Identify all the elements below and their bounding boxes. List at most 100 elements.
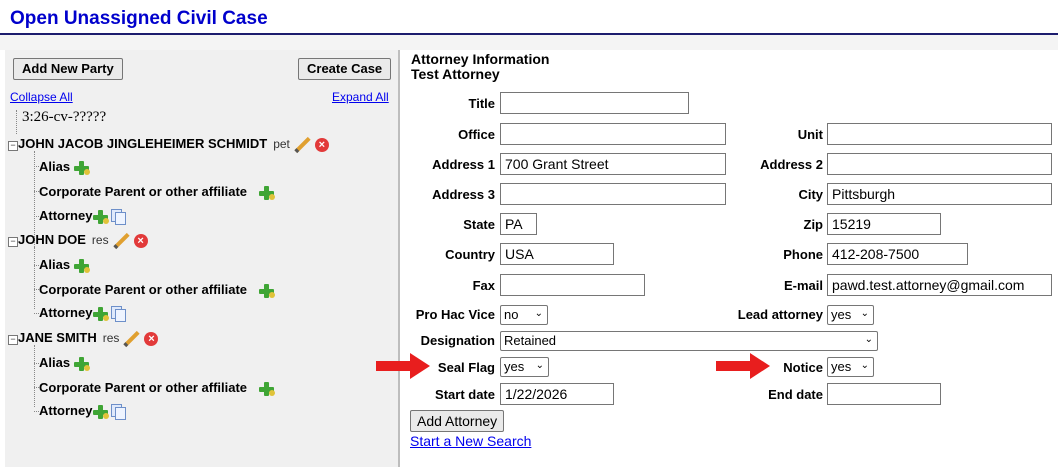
tree-line [34, 247, 35, 309]
collapse-toggle-icon[interactable]: − [8, 141, 18, 151]
office-input[interactable] [500, 123, 726, 145]
address3-input[interactable] [500, 183, 726, 205]
unit-label: Unit [797, 127, 823, 142]
page-title: Open Unassigned Civil Case [10, 8, 268, 29]
top-band [0, 35, 1058, 50]
start-date-input[interactable] [500, 383, 614, 405]
collapse-toggle-icon[interactable]: − [8, 237, 18, 247]
phone-input[interactable] [827, 243, 968, 265]
edit-pencil-icon[interactable] [112, 232, 130, 249]
address1-label: Address 1 [432, 157, 495, 172]
expand-all-link[interactable]: Expand All [332, 90, 389, 104]
chevron-down-icon: ⌄ [534, 308, 543, 319]
add-corporate-parent-icon[interactable] [259, 185, 276, 200]
start-new-search-link[interactable]: Start a New Search [410, 433, 531, 449]
chevron-down-icon: ⌄ [864, 334, 873, 345]
copy-icon[interactable] [111, 209, 127, 226]
corporate-parent-label: Corporate Parent or other affiliate [39, 184, 248, 199]
address2-input[interactable] [827, 153, 1052, 175]
pro-hac-vice-value: no [504, 307, 519, 322]
unit-input[interactable] [827, 123, 1052, 145]
chevron-down-icon: ⌄ [860, 360, 869, 371]
attorney-item[interactable]: Attorney [39, 208, 127, 226]
party-role: pet [273, 137, 290, 151]
email-label: E-mail [783, 278, 823, 293]
phone-label: Phone [783, 247, 823, 262]
case-number: 3:26-cv-????? [22, 109, 107, 125]
party-name-text: JOHN JACOB JINGLEHEIMER SCHMIDT [18, 136, 268, 151]
red-arrow-icon [716, 353, 772, 379]
pro-hac-vice-label: Pro Hac Vice [415, 307, 495, 322]
chevron-down-icon: ⌄ [860, 308, 869, 319]
attorney-label: Attorney [39, 208, 93, 223]
title-input[interactable] [500, 92, 689, 114]
corporate-parent-item[interactable]: Corporate Parent or other affiliate [39, 184, 276, 200]
party-tree-panel: Add New Party Create Case Collapse All E… [5, 50, 400, 467]
add-alias-icon[interactable] [74, 356, 91, 371]
edit-pencil-icon[interactable] [294, 136, 311, 153]
alias-item[interactable]: Alias [39, 159, 91, 175]
notice-value: yes [831, 359, 852, 374]
corporate-parent-item[interactable]: Corporate Parent or other affiliate [39, 282, 276, 298]
country-label: Country [445, 247, 495, 262]
add-alias-icon[interactable] [74, 258, 91, 273]
designation-value: Retained [504, 333, 557, 348]
designation-label: Designation [420, 333, 495, 348]
end-date-input[interactable] [827, 383, 941, 405]
city-input[interactable] [827, 183, 1052, 205]
country-input[interactable] [500, 243, 614, 265]
lead-attorney-select[interactable]: yes ⌄ [827, 305, 874, 325]
tree-line [16, 110, 17, 134]
address1-input[interactable] [500, 153, 726, 175]
state-input[interactable] [500, 213, 537, 235]
add-attorney-icon[interactable] [93, 306, 110, 321]
seal-flag-value: yes [504, 359, 525, 374]
copy-icon[interactable] [111, 306, 127, 323]
add-attorney-icon[interactable] [93, 209, 110, 224]
party-name[interactable]: JANE SMITH res × [18, 330, 159, 347]
city-label: City [798, 187, 823, 202]
corporate-parent-label: Corporate Parent or other affiliate [39, 380, 248, 395]
notice-label: Notice [783, 360, 823, 375]
zip-input[interactable] [827, 213, 941, 235]
lead-attorney-value: yes [831, 307, 852, 322]
attorney-item[interactable]: Attorney [39, 305, 127, 323]
address3-label: Address 3 [432, 187, 495, 202]
corporate-parent-item[interactable]: Corporate Parent or other affiliate [39, 380, 276, 396]
add-corporate-parent-icon[interactable] [259, 283, 276, 298]
attorney-name: Test Attorney [411, 66, 500, 82]
collapse-all-link[interactable]: Collapse All [10, 90, 73, 104]
add-alias-icon[interactable] [74, 160, 91, 175]
title-label: Title [468, 96, 496, 111]
attorney-label: Attorney [39, 305, 93, 320]
delete-icon[interactable]: × [144, 331, 159, 346]
lead-attorney-label: Lead attorney [737, 307, 823, 322]
add-corporate-parent-icon[interactable] [259, 381, 276, 396]
delete-icon[interactable]: × [314, 137, 329, 152]
state-label: State [463, 217, 495, 232]
notice-select[interactable]: yes ⌄ [827, 357, 874, 377]
seal-flag-label: Seal Flag [437, 360, 495, 375]
copy-icon[interactable] [111, 404, 127, 421]
alias-item[interactable]: Alias [39, 257, 91, 273]
fax-input[interactable] [500, 274, 645, 296]
add-new-party-button[interactable]: Add New Party [13, 58, 123, 80]
pro-hac-vice-select[interactable]: no ⌄ [500, 305, 548, 325]
edit-pencil-icon[interactable] [123, 330, 141, 347]
party-name[interactable]: JOHN JACOB JINGLEHEIMER SCHMIDT pet × [18, 136, 329, 153]
add-attorney-icon[interactable] [93, 404, 110, 419]
alias-item[interactable]: Alias [39, 355, 91, 371]
designation-select[interactable]: Retained ⌄ [500, 331, 878, 351]
add-attorney-button[interactable]: Add Attorney [410, 410, 505, 432]
party-name[interactable]: JOHN DOE res × [18, 232, 148, 249]
seal-flag-select[interactable]: yes ⌄ [500, 357, 549, 377]
delete-icon[interactable]: × [133, 233, 148, 248]
tree-line [34, 345, 35, 407]
collapse-toggle-icon[interactable]: − [8, 335, 18, 345]
attorney-label: Attorney [39, 403, 93, 418]
fax-label: Fax [472, 278, 495, 293]
start-date-label: Start date [435, 387, 495, 402]
email-input[interactable] [827, 274, 1052, 296]
create-case-button[interactable]: Create Case [298, 58, 392, 80]
attorney-item[interactable]: Attorney [39, 403, 127, 421]
